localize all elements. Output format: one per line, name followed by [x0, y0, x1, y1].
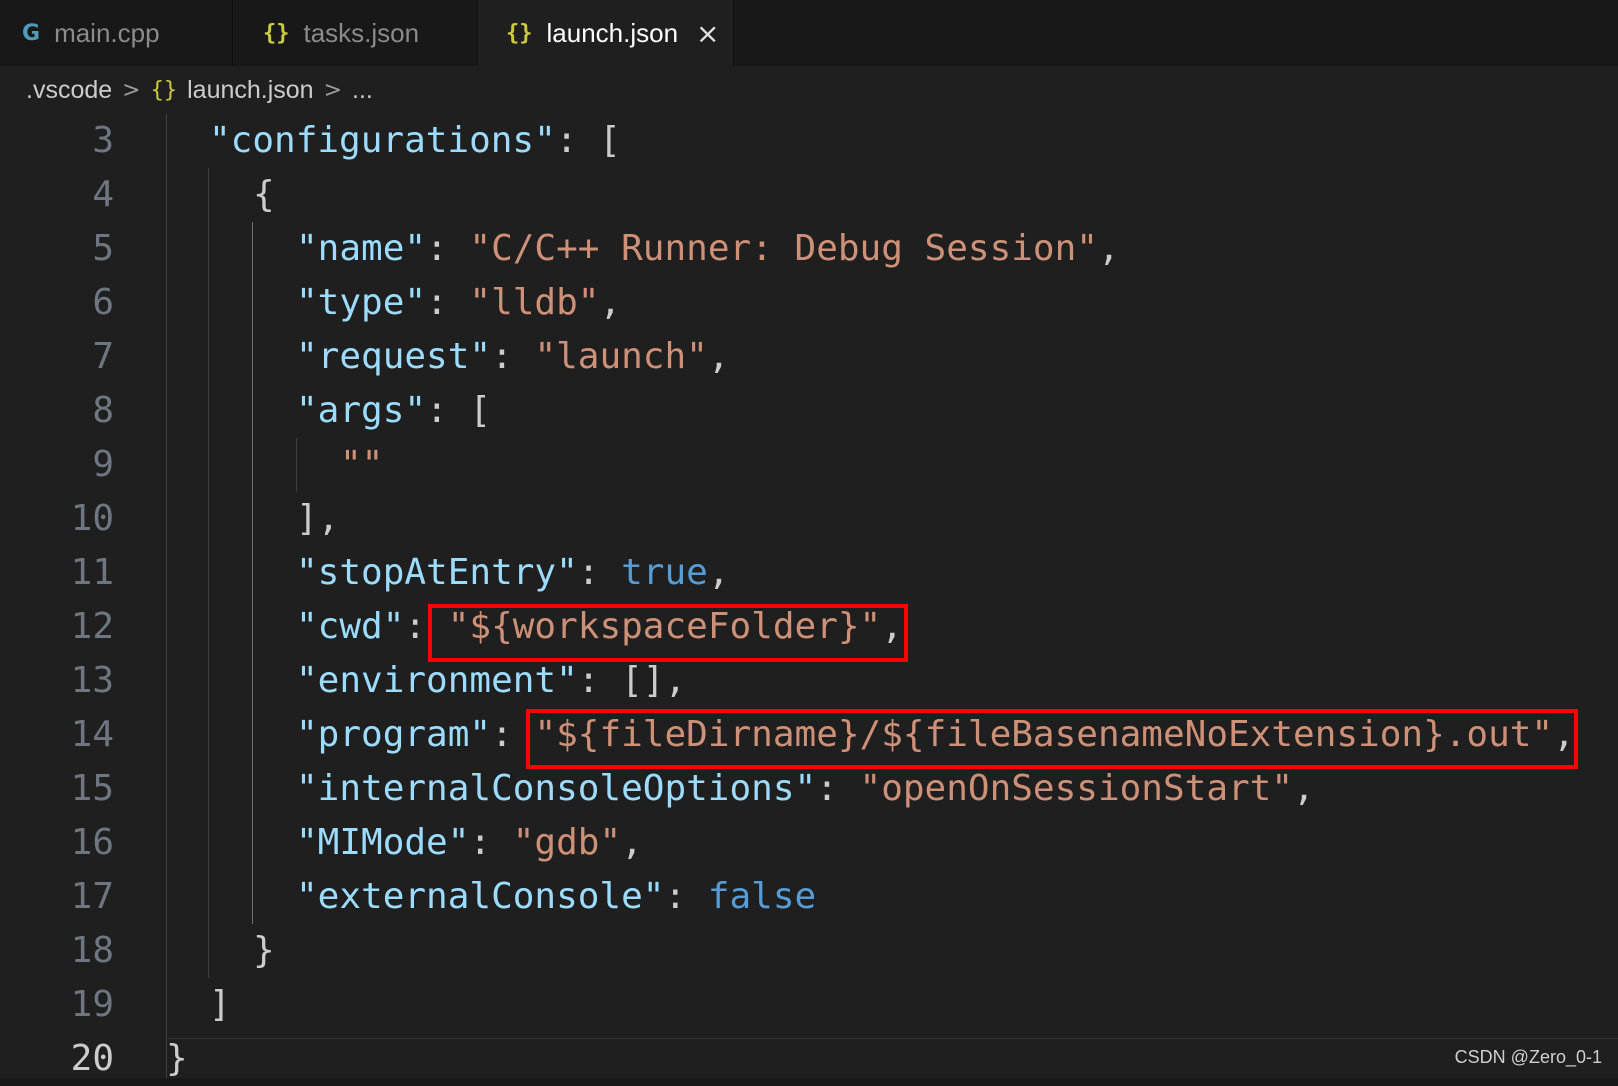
json-key: "externalConsole" — [296, 876, 665, 917]
code-line: "type": "lldb", — [296, 276, 621, 330]
punctuation: : [], — [577, 660, 687, 701]
punctuation: , — [1293, 768, 1315, 809]
tab-bar: G main.cpp {} tasks.json {} launch.json … — [0, 0, 1618, 66]
code-line: ], — [296, 492, 339, 546]
json-key: "type" — [296, 282, 427, 323]
json-key: "args" — [296, 390, 427, 431]
code-line: } — [253, 924, 275, 978]
json-file-icon: {} — [150, 77, 178, 103]
line-number: 10 — [70, 498, 114, 539]
code-editor[interactable]: 3 4 5 6 7 8 9 10 11 12 13 14 15 16 17 18… — [0, 114, 1618, 1079]
chevron-right-icon: > — [122, 77, 141, 103]
code-line: "externalConsole": false — [296, 870, 816, 924]
json-key: "stopAtEntry" — [296, 552, 578, 593]
chevron-right-icon: > — [323, 77, 343, 103]
json-file-icon: {} — [263, 20, 290, 46]
line-number: 4 — [92, 174, 114, 215]
code-line: "request": "launch", — [296, 330, 730, 384]
line-number: 12 — [70, 606, 114, 647]
line-number: 18 — [70, 930, 114, 971]
punctuation: : — [491, 336, 535, 377]
json-key: "request" — [296, 336, 492, 377]
json-string: "lldb" — [469, 282, 600, 323]
tab-launch-json[interactable]: {} launch.json × — [478, 0, 734, 66]
json-key: "MIMode" — [296, 822, 470, 863]
line-number: 9 — [92, 444, 114, 485]
line-number: 17 — [70, 876, 114, 917]
punctuation: : — [816, 768, 860, 809]
punctuation: , — [707, 336, 730, 377]
punctuation: { — [253, 174, 275, 215]
punctuation: ] — [209, 984, 231, 1025]
breadcrumb-file[interactable]: launch.json — [187, 76, 313, 105]
json-boolean: false — [707, 876, 817, 917]
line-number: 15 — [70, 768, 114, 809]
line-number: 13 — [70, 660, 114, 701]
breadcrumb-folder[interactable]: .vscode — [26, 76, 112, 105]
code-line: "MIMode": "gdb", — [296, 816, 643, 870]
tab-tasks-json[interactable]: {} tasks.json — [233, 0, 478, 66]
code-line: "" — [340, 438, 383, 492]
code-line: "configurations": [ — [209, 114, 621, 168]
json-string: "" — [340, 444, 384, 485]
json-string: "launch" — [534, 336, 708, 377]
json-string: "gdb" — [512, 822, 622, 863]
json-key: "environment" — [296, 660, 578, 701]
json-string: "openOnSessionStart" — [859, 768, 1294, 809]
line-number: 6 — [92, 282, 114, 323]
breadcrumb-symbols[interactable]: ... — [352, 76, 373, 105]
json-key: "cwd" — [296, 606, 405, 647]
json-key: "program" — [296, 714, 492, 755]
code-line: "args": [ — [296, 384, 491, 438]
line-number: 16 — [70, 822, 114, 863]
punctuation: } — [253, 930, 275, 971]
line-number: 14 — [70, 714, 114, 755]
punctuation: : — [426, 282, 470, 323]
code-line: "environment": [], — [296, 654, 686, 708]
line-number: 3 — [92, 120, 114, 161]
line-number: 5 — [92, 228, 114, 269]
code-line: "stopAtEntry": true, — [296, 546, 730, 600]
line-number: 11 — [70, 552, 114, 593]
punctuation: : [ — [426, 390, 492, 431]
punctuation: : — [426, 228, 470, 269]
punctuation: } — [166, 1038, 188, 1079]
punctuation: , — [621, 822, 643, 863]
punctuation: : [ — [555, 120, 621, 161]
punctuation: ], — [296, 498, 340, 539]
line-number: 8 — [92, 390, 114, 431]
json-key: "internalConsoleOptions" — [296, 768, 817, 809]
json-key: "name" — [296, 228, 427, 269]
code-line: ] — [209, 978, 231, 1032]
tab-bar-empty-space — [734, 0, 1618, 66]
json-file-icon: {} — [506, 20, 533, 46]
punctuation: : — [664, 876, 708, 917]
watermark: CSDN @Zero_0-1 — [1454, 1047, 1602, 1067]
tab-label: main.cpp — [54, 17, 160, 48]
line-number: 19 — [70, 984, 114, 1025]
tab-label: tasks.json — [303, 17, 420, 48]
highlight-box-cwd — [428, 604, 908, 662]
punctuation: , — [599, 282, 622, 323]
breadcrumb: .vscode > {} launch.json > ... — [0, 66, 1618, 114]
code-line: "name": "C/C++ Runner: Debug Session", — [296, 222, 1120, 276]
json-boolean: true — [621, 552, 708, 593]
close-icon[interactable]: × — [696, 17, 719, 50]
tab-main-cpp[interactable]: G main.cpp — [0, 0, 233, 66]
code-line: "internalConsoleOptions": "openOnSession… — [296, 762, 1315, 816]
json-key: "configurations" — [209, 120, 556, 161]
punctuation: : — [469, 822, 513, 863]
cpp-file-icon: G — [22, 20, 41, 46]
highlight-box-program — [526, 709, 1578, 769]
punctuation: , — [1097, 228, 1120, 269]
punctuation: , — [707, 552, 730, 593]
code-line: { — [253, 168, 275, 222]
tab-label: launch.json — [546, 17, 679, 48]
punctuation: : — [577, 552, 622, 593]
line-number: 7 — [92, 336, 114, 377]
json-string: "C/C++ Runner: Debug Session" — [469, 228, 1098, 269]
